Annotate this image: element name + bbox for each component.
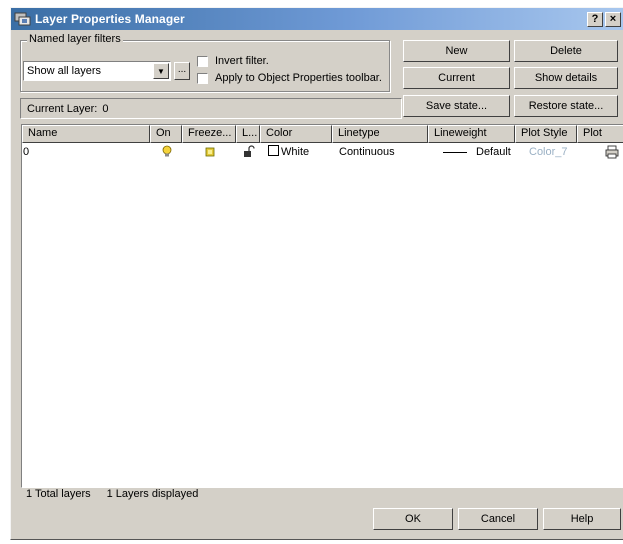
lineweight-sample-icon (443, 144, 467, 160)
unlocked-padlock-icon[interactable] (243, 144, 255, 160)
layer-filter-dropdown[interactable]: Show all layers ▼ (23, 61, 171, 81)
layer-list-header: Name On Freeze... L... Color Linetype Li… (22, 125, 623, 143)
column-header-on[interactable]: On (150, 125, 182, 143)
column-header-lock[interactable]: L... (236, 125, 260, 143)
help-button[interactable]: Help (543, 508, 621, 530)
layer-properties-dialog: Layer Properties Manager ? × Named layer… (10, 7, 623, 540)
save-state-button[interactable]: Save state... (403, 95, 510, 117)
invert-filter-checkbox[interactable]: Invert filter. (197, 55, 269, 67)
layer-list[interactable]: Name On Freeze... L... Color Linetype Li… (21, 124, 623, 488)
layer-filter-value: Show all layers (27, 65, 101, 77)
current-layer-value: 0 (102, 102, 109, 115)
layer-name: 0 (23, 146, 30, 158)
layer-lineweight: Default (476, 146, 511, 158)
layer-linetype: Continuous (339, 146, 395, 158)
column-header-plot-style[interactable]: Plot Style (515, 125, 577, 143)
title-bar[interactable]: Layer Properties Manager ? × (11, 8, 623, 30)
total-layers-count: 1 Total layers (26, 488, 91, 500)
column-header-freeze[interactable]: Freeze... (182, 125, 236, 143)
named-layer-filters-label: Named layer filters (27, 33, 123, 45)
layer-color: White (281, 146, 310, 158)
lightbulb-icon[interactable] (162, 144, 172, 160)
delete-button[interactable]: Delete (514, 40, 618, 62)
chevron-down-icon[interactable]: ▼ (153, 63, 169, 79)
filter-browse-button[interactable]: ... (174, 62, 190, 80)
invert-filter-label: Invert filter. (215, 55, 269, 67)
current-layer-display: Current Layer: 0 (20, 98, 402, 119)
checkbox-box[interactable] (197, 55, 208, 67)
displayed-layers-count: 1 Layers displayed (106, 488, 199, 500)
column-header-linetype[interactable]: Linetype (332, 125, 428, 143)
column-header-lineweight[interactable]: Lineweight (428, 125, 515, 143)
ok-button[interactable]: OK (373, 508, 453, 530)
apply-toolbar-checkbox[interactable]: Apply to Object Properties toolbar. (197, 72, 382, 84)
color-swatch-icon[interactable] (268, 144, 279, 160)
close-icon[interactable]: × (605, 11, 621, 27)
checkbox-box[interactable] (197, 72, 208, 84)
column-header-color[interactable]: Color (260, 125, 332, 143)
table-row[interactable]: 0 White Continuous Default Color_7 (22, 144, 623, 160)
window-title: Layer Properties Manager (35, 12, 185, 26)
apply-toolbar-label: Apply to Object Properties toolbar. (215, 72, 382, 84)
column-header-name[interactable]: Name (22, 125, 150, 143)
layer-plot-style: Color_7 (529, 146, 568, 158)
current-layer-label: Current Layer: (27, 102, 98, 115)
show-details-button[interactable]: Show details (514, 67, 618, 89)
new-button[interactable]: New (403, 40, 510, 62)
column-header-plot[interactable]: Plot (577, 125, 623, 143)
restore-state-button[interactable]: Restore state... (514, 95, 618, 117)
layers-app-icon (14, 12, 31, 26)
status-bar: 1 Total layers 1 Layers displayed (20, 486, 623, 502)
cancel-button[interactable]: Cancel (458, 508, 538, 530)
current-button[interactable]: Current (403, 67, 510, 89)
sun-icon[interactable] (204, 144, 216, 160)
help-icon[interactable]: ? (587, 11, 603, 27)
printer-icon[interactable] (605, 144, 619, 160)
